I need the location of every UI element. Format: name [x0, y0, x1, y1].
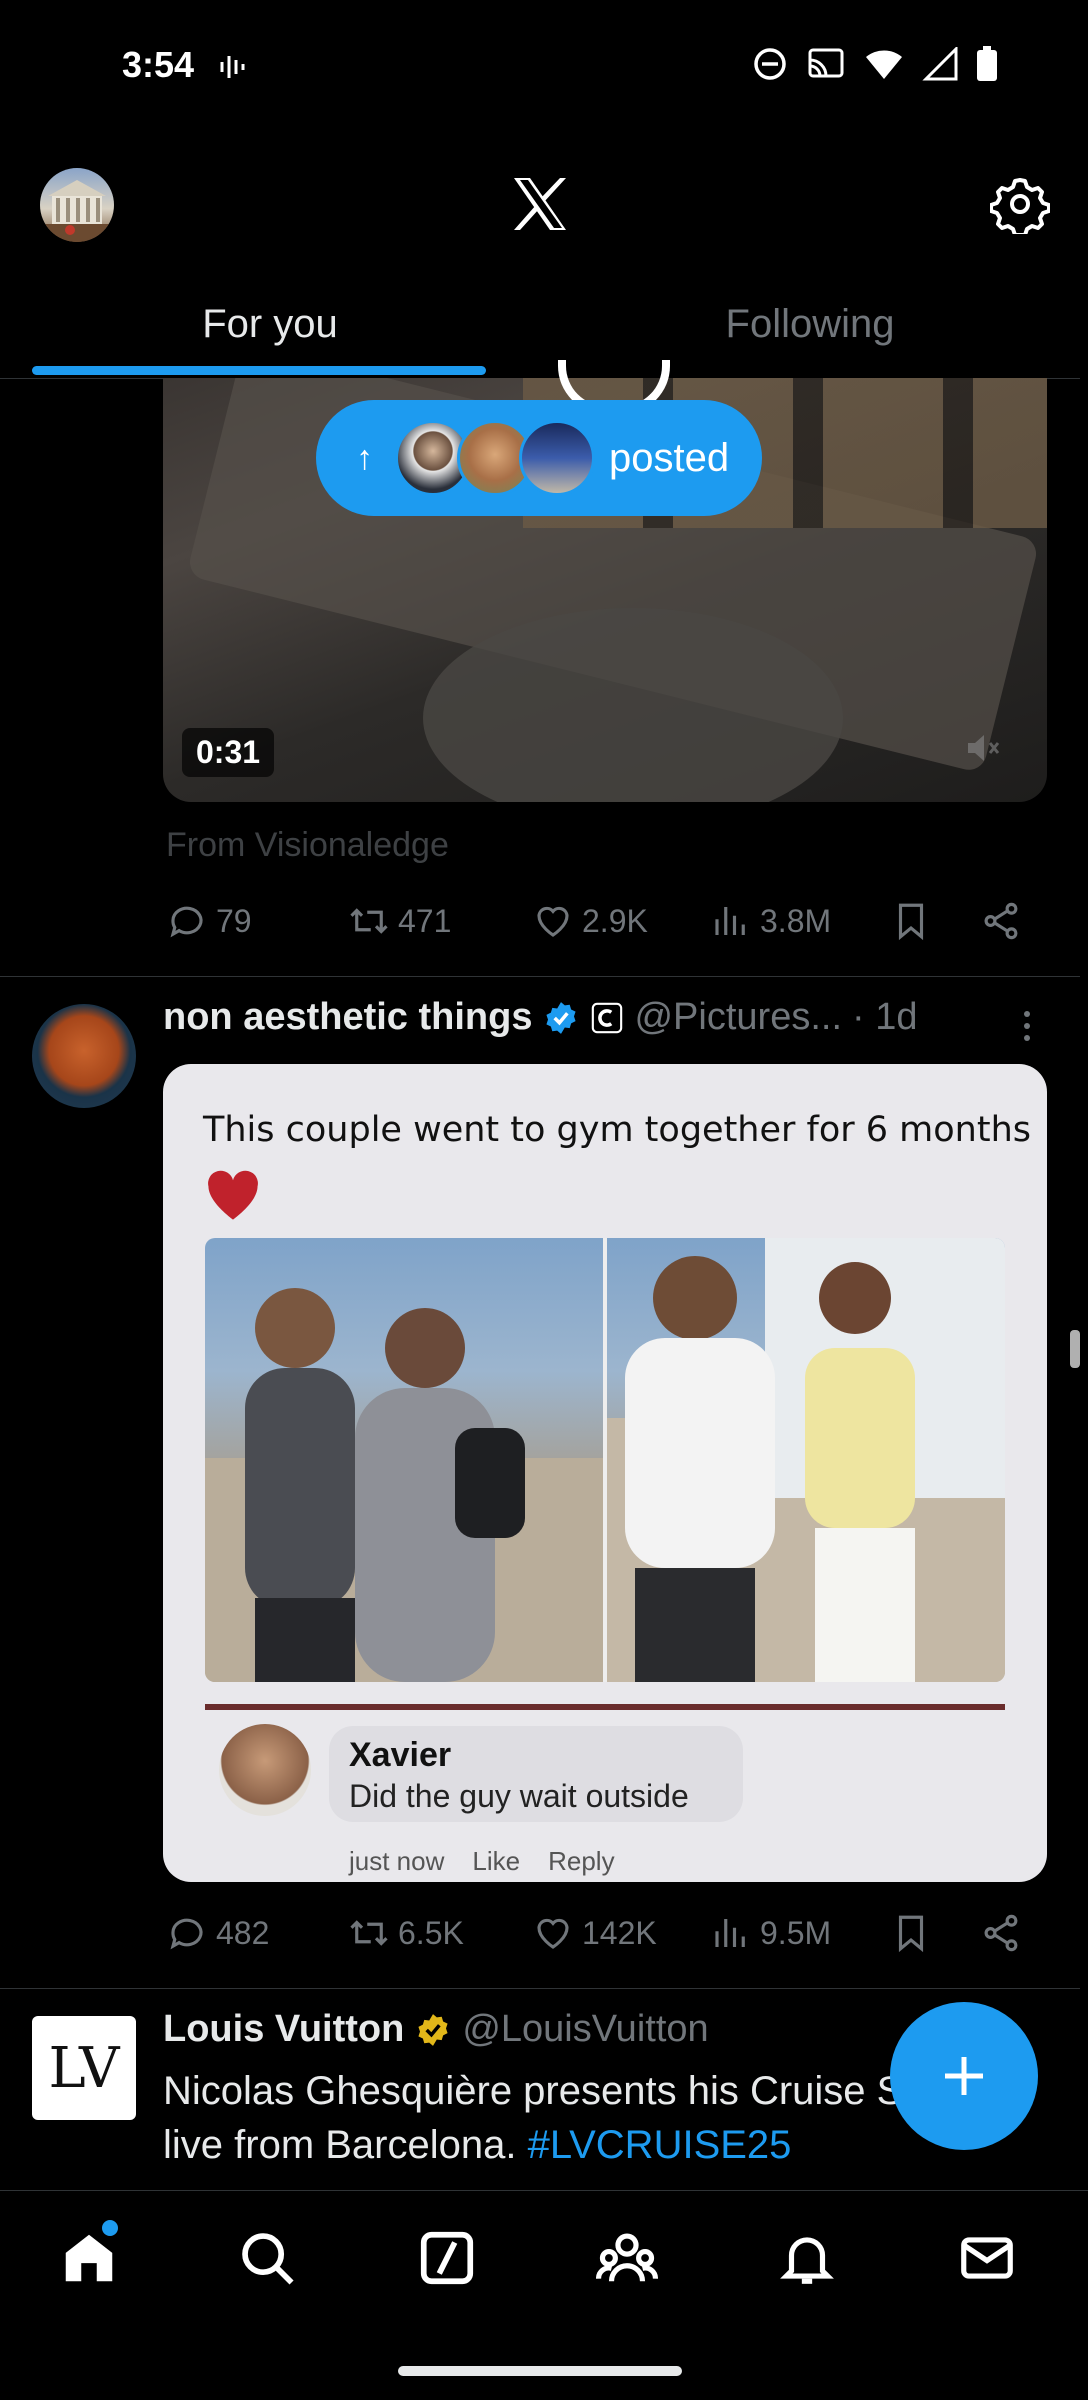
status-time: 3:54	[122, 44, 195, 85]
gold-verified-badge-icon	[418, 2013, 448, 2046]
author-handle[interactable]: @Pictures...	[634, 996, 842, 1039]
like-count: 2.9K	[582, 902, 648, 939]
view-count: 9.5M	[760, 1914, 832, 1951]
reply-count: 482	[216, 1914, 270, 1951]
repost-icon	[350, 1920, 388, 1946]
timeline-tabs: For you Following	[0, 270, 1080, 379]
bookmark-button[interactable]	[890, 900, 932, 942]
heart-icon	[537, 1918, 569, 1949]
dnd-icon	[754, 48, 786, 80]
active-tab-indicator	[32, 366, 486, 375]
author-avatar[interactable]: LV	[32, 2016, 136, 2120]
author-name[interactable]: non aesthetic things	[163, 996, 532, 1039]
reply-icon	[170, 1918, 203, 1950]
couple-photo	[205, 1238, 1005, 1682]
bookmark-icon	[898, 903, 924, 941]
views-icon	[715, 1919, 745, 1947]
tweet-header: Louis Vuitton @LouisVuitton	[163, 2008, 709, 2051]
affiliate-badge-icon	[592, 1002, 623, 1033]
tweet-text: Nicolas Ghesquière presents his Cruise S…	[163, 2064, 1013, 2172]
search-icon[interactable]	[236, 2227, 298, 2289]
bookmark-button[interactable]	[890, 1912, 932, 1954]
wifi-icon	[866, 50, 902, 79]
view-count: 3.8M	[760, 902, 832, 939]
commenter-name: Xavier	[349, 1736, 452, 1774]
verified-badge-icon	[546, 1001, 577, 1034]
home-icon[interactable]	[58, 2227, 120, 2289]
comment-time: just now	[349, 1846, 445, 1876]
repost-count: 471	[398, 902, 452, 939]
views-button[interactable]: 9.5M	[710, 1912, 831, 1954]
comment-meta: just now Like Reply	[349, 1846, 615, 1877]
tweet-image[interactable]: This couple went to gym together for 6 m…	[163, 1064, 1047, 1882]
views-icon	[715, 907, 745, 935]
comment-text: Did the guy wait outside	[349, 1778, 689, 1814]
plus-icon	[945, 2057, 983, 2095]
notifications-bell-icon[interactable]	[776, 2227, 838, 2289]
settings-gear-icon[interactable]	[989, 174, 1051, 237]
arrow-up-icon: ↑	[356, 438, 373, 477]
like-button[interactable]: 2.9K	[532, 900, 648, 942]
share-icon	[984, 1914, 1018, 1952]
video-duration: 0:31	[182, 728, 275, 777]
views-button[interactable]: 3.8M	[710, 900, 831, 942]
more-options-icon[interactable]	[1020, 1008, 1034, 1049]
communities-icon[interactable]	[596, 2227, 658, 2289]
reply-icon	[170, 906, 203, 938]
heart-icon	[537, 906, 569, 937]
like-button[interactable]: 142K	[532, 1912, 657, 1954]
mute-icon[interactable]	[962, 728, 1002, 768]
voice-icon	[218, 52, 248, 87]
share-button[interactable]	[980, 1912, 1022, 1954]
repost-button[interactable]: 6.5K	[348, 1912, 464, 1954]
bookmark-icon	[898, 1915, 924, 1953]
like-count: 142K	[582, 1914, 657, 1951]
author-name[interactable]: Louis Vuitton	[163, 2008, 404, 2051]
comment-divider	[205, 1704, 1005, 1710]
bottom-navigation	[0, 2190, 1088, 2331]
compose-post-button[interactable]	[890, 2002, 1038, 2150]
repost-count: 6.5K	[398, 1914, 464, 1951]
gesture-home-bar[interactable]	[398, 2366, 682, 2376]
video-source[interactable]: From Visionaledge	[166, 826, 449, 865]
tweet-header: non aesthetic things @Pictures... · 1d	[163, 996, 917, 1039]
new-posts-pill[interactable]: ↑ posted	[316, 400, 762, 516]
comment-reply: Reply	[548, 1846, 615, 1876]
grok-icon[interactable]	[416, 2227, 478, 2289]
poster-avatar	[519, 420, 595, 496]
share-icon	[984, 902, 1018, 940]
lv-logo: LV	[48, 2035, 120, 2101]
comment-like: Like	[472, 1846, 521, 1876]
repost-icon	[350, 908, 388, 934]
red-heart-icon	[203, 1168, 263, 1227]
tab-for-you[interactable]: For you	[0, 270, 540, 378]
image-caption: This couple went to gym together for 6 m…	[203, 1110, 1032, 1150]
status-icons	[752, 46, 998, 82]
reply-button[interactable]: 79	[166, 900, 252, 942]
reply-button[interactable]: 482	[166, 1912, 269, 1954]
author-handle[interactable]: @LouisVuitton	[462, 2008, 708, 2051]
commenter-avatar	[219, 1724, 311, 1816]
unread-dot	[102, 2220, 118, 2236]
profile-avatar[interactable]	[40, 168, 114, 242]
battery-icon	[977, 46, 997, 81]
share-button[interactable]	[980, 900, 1022, 942]
author-avatar[interactable]	[32, 1004, 136, 1108]
posted-label: posted	[609, 435, 730, 480]
cast-icon	[808, 48, 844, 78]
repost-button[interactable]: 471	[348, 900, 451, 942]
tweet-time: · 1d	[852, 996, 918, 1038]
tweet-divider	[0, 976, 1080, 977]
tweet-divider	[0, 1988, 1080, 1989]
x-logo-icon[interactable]	[508, 172, 572, 236]
scrollbar-thumb[interactable]	[1070, 1330, 1080, 1368]
hashtag-link[interactable]: #LVCRUISE25	[528, 2123, 792, 2167]
messages-mail-icon[interactable]	[956, 2227, 1018, 2289]
reply-count: 79	[216, 902, 252, 939]
signal-icon	[922, 47, 958, 81]
